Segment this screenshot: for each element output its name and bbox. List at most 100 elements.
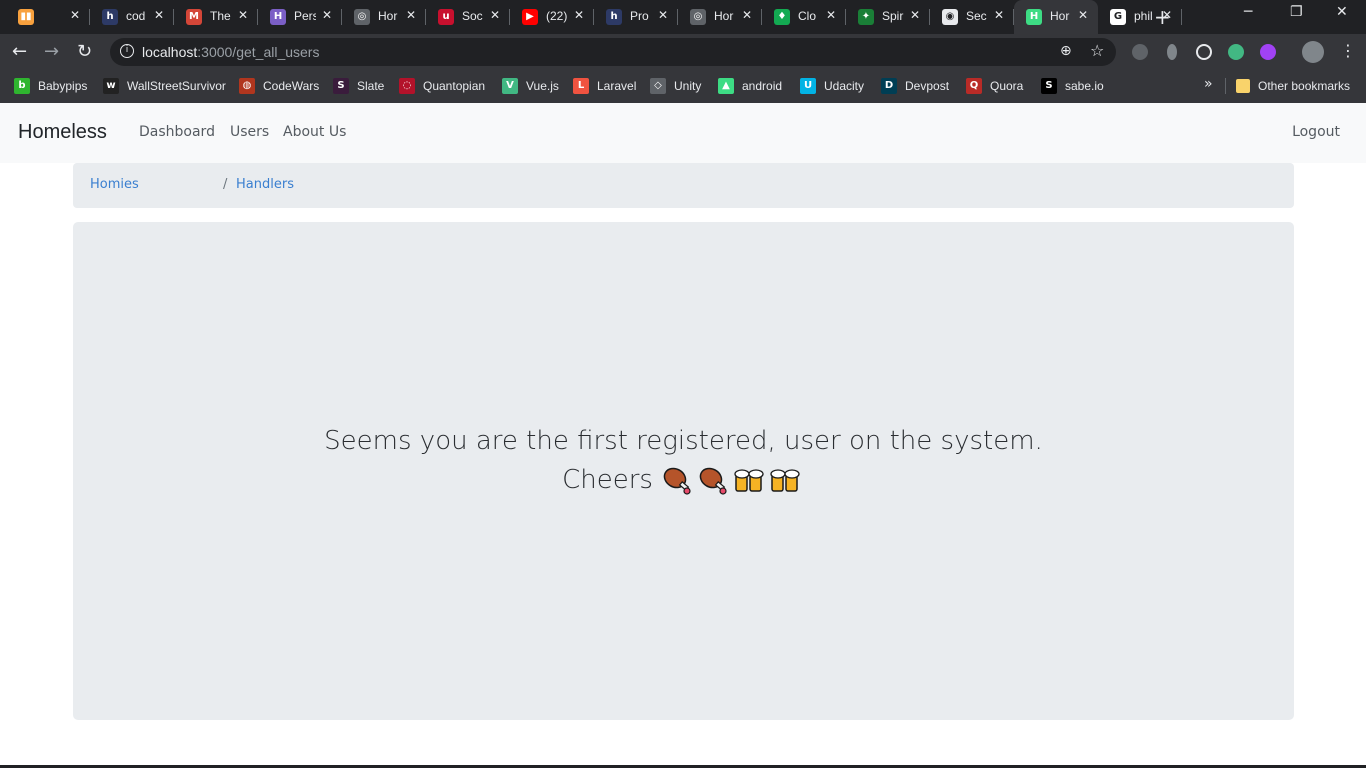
tab-favicon-icon: u [438,9,454,25]
browser-tab[interactable]: ▶ (22) ✕ [510,0,594,34]
extension-icon[interactable] [1260,44,1276,60]
message-line-2: Cheers [73,461,1294,500]
bookmark-favicon-icon: ◇ [650,78,666,94]
browser-tab[interactable]: ♦ Clo ✕ [762,0,846,34]
bookmark-item[interactable]: ◇ Unity [650,77,701,95]
bookmarks-divider [1225,78,1226,94]
tab-close-icon[interactable]: ✕ [658,8,668,22]
clinking-beer-mugs-emoji [733,466,765,496]
bookmark-star-icon[interactable]: ☆ [1090,41,1104,60]
restore-window-button[interactable]: ❐ [1290,4,1303,20]
extension-icon[interactable] [1167,44,1177,60]
tab-favicon-icon: ◎ [354,9,370,25]
address-bar[interactable]: i localhost:3000/get_all_users ⊕ ☆ [110,38,1116,66]
close-window-button[interactable]: ✕ [1336,4,1348,20]
bookmark-favicon-icon: S [1041,78,1057,94]
back-arrow-icon[interactable]: ← [12,41,27,62]
nav-link-dashboard[interactable]: Dashboard [139,124,215,140]
tab-favicon-icon: ♦ [774,9,790,25]
tab-separator [1181,9,1182,25]
logout-link[interactable]: Logout [1292,124,1340,140]
forward-arrow-icon[interactable]: → [44,41,59,62]
bookmark-label: Babypips [38,79,88,93]
reload-icon[interactable]: ↻ [77,41,92,62]
bookmark-label: Devpost [905,79,950,93]
tab-title: Soc [462,9,483,23]
tab-close-icon[interactable]: ✕ [238,8,248,22]
tab-favicon-icon: ✦ [858,9,874,25]
browser-tab[interactable]: M The ✕ [174,0,258,34]
bookmark-favicon-icon: w [103,78,119,94]
bookmark-item[interactable]: ◌ Quantopian [399,77,485,95]
bookmark-favicon-icon: Q [966,78,982,94]
browser-tab[interactable]: ✦ Spir ✕ [846,0,930,34]
bookmark-item[interactable]: w WallStreetSurvivor [103,77,226,95]
tab-close-icon[interactable]: ✕ [910,8,920,22]
bookmark-favicon-icon: ◌ [399,78,415,94]
other-bookmarks-folder[interactable]: Other bookmarks [1236,77,1350,95]
bookmark-label: Slate [357,79,385,93]
message-line-1: Seems you are the first registered, user… [324,426,1043,456]
browser-tab[interactable]: u Soc ✕ [426,0,510,34]
bookmark-label: android [742,79,783,93]
bookmark-item[interactable]: ◍ CodeWars [239,77,319,95]
bookmark-item[interactable]: b Babypips [14,77,87,95]
bookmark-item[interactable]: U Udacity [800,77,864,95]
tab-close-icon[interactable]: ✕ [742,8,752,22]
zoom-icon[interactable]: ⊕ [1060,43,1072,59]
tab-close-icon[interactable]: ✕ [826,8,836,22]
browser-tab-active[interactable]: H Hor ✕ [1014,0,1098,34]
browser-tab-strip: ▮▮ ✕ h cod ✕ M The ✕ H Pers ✕ ◎ Hor ✕ u Soc ✕ ▶ (22) ✕ h Pro ✕… [0,0,1366,34]
bookmark-item[interactable]: L Laravel [573,77,636,95]
tab-favicon-icon: H [1026,9,1042,25]
nav-link-about-us[interactable]: About Us [283,124,346,140]
bookmark-item[interactable]: D Devpost [881,77,949,95]
bookmark-label: Quora [990,79,1024,93]
tab-close-icon[interactable]: ✕ [1078,8,1088,22]
brand-logo-text[interactable]: Homeless [18,121,107,144]
breadcrumb-item-handlers[interactable]: Handlers [236,177,294,192]
tab-close-icon[interactable]: ✕ [70,8,80,22]
bookmark-favicon-icon: b [14,78,30,94]
bookmark-item[interactable]: Ssabe.io [1041,77,1104,95]
profile-avatar[interactable] [1302,41,1324,63]
browser-tab[interactable]: h cod ✕ [90,0,174,34]
tab-close-icon[interactable]: ✕ [994,8,1004,22]
tab-favicon-icon: ▶ [522,9,538,25]
more-bookmarks-icon[interactable]: » [1204,76,1213,92]
browser-tab[interactable]: ◉ Sec ✕ [930,0,1014,34]
browser-tab[interactable]: ◎ Hor ✕ [342,0,426,34]
tab-favicon-icon: ◎ [690,9,706,25]
bookmark-label: CodeWars [263,79,320,93]
tab-favicon-icon: h [102,9,118,25]
vue-devtools-icon[interactable] [1228,44,1244,60]
menu-kebab-icon[interactable]: ⋮ [1340,41,1356,60]
tab-close-icon[interactable]: ✕ [154,8,164,22]
bookmark-item[interactable]: V Vue.js [502,77,559,95]
tab-close-icon[interactable]: ✕ [406,8,416,22]
breadcrumb-item-homies[interactable]: Homies [90,177,139,192]
tab-favicon-icon: G [1110,9,1126,25]
tab-title: Hor [714,9,734,23]
bookmark-item[interactable]: Q Quora [966,77,1023,95]
bookmark-item[interactable]: ▲ android [718,77,782,95]
tab-close-icon[interactable]: ✕ [490,8,500,22]
browser-tab[interactable]: H Pers ✕ [258,0,342,34]
browser-tab[interactable]: ▮▮ ✕ [6,0,90,34]
nav-link-users[interactable]: Users [230,124,269,140]
extension-icon[interactable] [1132,44,1148,60]
bookmark-item[interactable]: S Slate [333,77,384,95]
bookmark-label: Udacity [824,79,865,93]
meat-on-bone-emoji [661,466,693,496]
browser-tab[interactable]: h Pro ✕ [594,0,678,34]
site-info-icon[interactable]: i [120,44,134,58]
react-devtools-icon[interactable] [1196,44,1212,60]
minimize-window-button[interactable]: ─ [1244,4,1252,20]
tab-close-icon[interactable]: ✕ [322,8,332,22]
new-tab-button[interactable]: + [1154,5,1171,29]
tab-title: Hor [1050,9,1070,23]
address-url[interactable]: localhost:3000/get_all_users [142,44,319,60]
tab-close-icon[interactable]: ✕ [574,8,584,22]
tab-favicon-icon: h [606,9,622,25]
browser-tab[interactable]: ◎ Hor ✕ [678,0,762,34]
